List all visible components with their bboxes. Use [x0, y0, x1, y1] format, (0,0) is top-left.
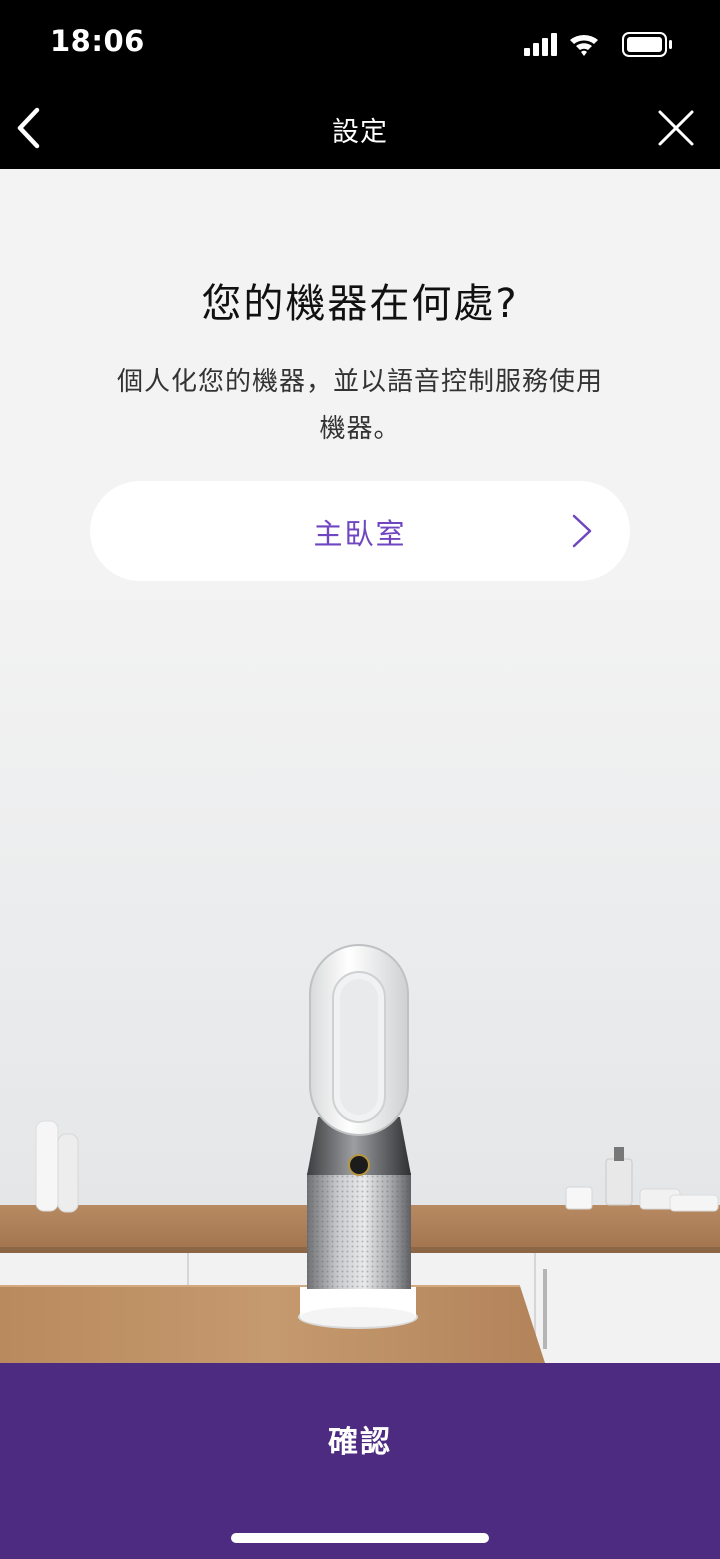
home-indicator: [231, 1533, 489, 1543]
description-line-2: 機器。: [319, 414, 401, 444]
battery-icon: [622, 32, 672, 57]
signal-icon: [524, 33, 557, 56]
main-content: 您的機器在何處? 個人化您的機器，並以語音控制服務使用 機器。 主臥室: [0, 169, 720, 1363]
chevron-right-icon: [572, 514, 592, 548]
status-icons: [524, 32, 672, 57]
description-line-1: 個人化您的機器，並以語音控制服務使用: [116, 367, 603, 397]
product-image: [0, 944, 720, 1363]
close-icon: [658, 110, 694, 146]
status-bar: 18:06: [0, 0, 720, 88]
confirm-button-label: 確認: [328, 1425, 392, 1460]
wifi-icon: [570, 34, 598, 56]
page-title: 設定: [332, 117, 388, 148]
location-picker[interactable]: 主臥室: [90, 481, 630, 581]
description-text: 個人化您的機器，並以語音控制服務使用 機器。: [90, 359, 630, 453]
page-heading: 您的機器在何處?: [201, 281, 519, 327]
confirm-button[interactable]: 確認: [0, 1363, 720, 1559]
location-value: 主臥室: [313, 517, 407, 551]
nav-bar: 設定: [0, 88, 720, 169]
status-time: 18:06: [50, 24, 145, 58]
close-button[interactable]: [652, 104, 700, 152]
